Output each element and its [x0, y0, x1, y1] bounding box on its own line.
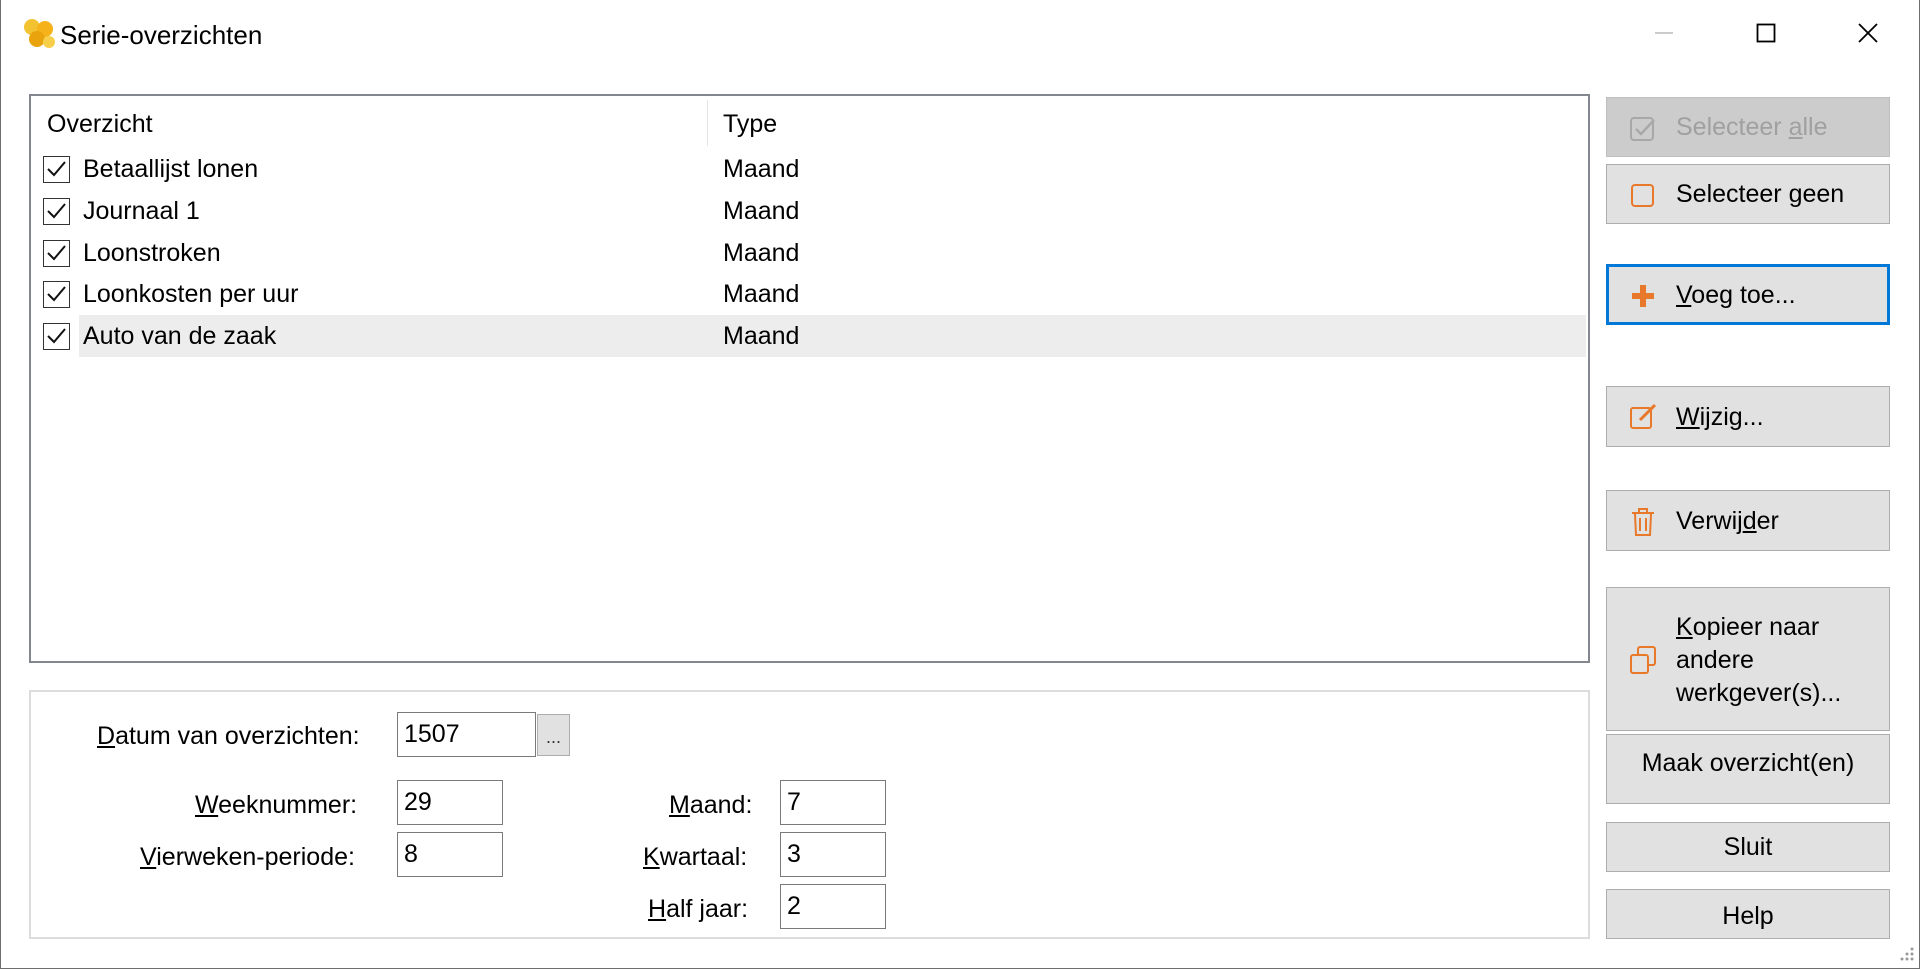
list-item[interactable]: Betaallijst lonen Maand — [31, 148, 1588, 190]
checkmark-icon — [47, 328, 66, 344]
help-button[interactable]: Help — [1606, 889, 1890, 939]
copy-to-employers-button[interactable]: Kopieer naar andere werkgever(s)... — [1606, 587, 1890, 731]
plus-icon — [1632, 285, 1654, 307]
kwartaal-input[interactable]: 3 — [780, 832, 886, 877]
minimize-icon — [1655, 32, 1673, 34]
close-button[interactable] — [1817, 0, 1919, 66]
item-checkbox[interactable] — [43, 198, 70, 225]
checkbox-checked-icon — [1630, 117, 1655, 141]
checkmark-icon — [47, 203, 66, 219]
date-settings-panel: Datum van overzichten: 1507 ... Weeknumm… — [29, 690, 1590, 939]
date-picker-button[interactable]: ... — [537, 714, 570, 756]
help-label: Help — [1722, 902, 1774, 930]
select-all-label: Selecteer alle — [1676, 113, 1828, 141]
maand-input[interactable]: 7 — [780, 780, 886, 825]
halfjaar-label: Half jaar: — [648, 895, 749, 923]
copy-icon — [1630, 646, 1656, 674]
item-checkbox[interactable] — [43, 240, 70, 267]
close-dialog-button[interactable]: Sluit — [1606, 822, 1890, 872]
delete-label: Verwijder — [1676, 507, 1779, 535]
delete-button[interactable]: Verwijder — [1606, 490, 1890, 551]
item-type: Maand — [723, 280, 800, 308]
list-item[interactable]: Journaal 1 Maand — [31, 190, 1588, 232]
close-label: Sluit — [1723, 833, 1773, 861]
checkmark-icon — [47, 286, 66, 302]
vierweken-label: Vierweken-periode: — [140, 843, 355, 871]
add-button[interactable]: Voeg toe... — [1606, 264, 1890, 325]
item-name: Loonstroken — [83, 239, 221, 267]
select-none-button[interactable]: Selecteer geen — [1606, 164, 1890, 224]
item-type: Maand — [723, 322, 800, 350]
item-name: Journaal 1 — [83, 197, 200, 225]
title-bar: Serie-overzichten — [1, 0, 1919, 66]
checkmark-icon — [47, 245, 66, 261]
select-none-label: Selecteer geen — [1676, 180, 1845, 208]
select-all-button[interactable]: Selecteer alle — [1606, 97, 1890, 157]
copy-label-line3: werkgever(s)... — [1676, 679, 1842, 707]
edit-pencil-icon — [1630, 403, 1657, 429]
item-checkbox[interactable] — [43, 156, 70, 183]
copy-label: Kopieer naar andere werkgever(s)... — [1676, 611, 1841, 710]
item-checkbox[interactable] — [43, 281, 70, 308]
selection-highlight — [79, 315, 1586, 357]
list-header: Overzicht Type — [31, 96, 1588, 146]
add-label: Voeg toe... — [1676, 281, 1796, 309]
maximize-icon — [1756, 23, 1776, 43]
vierweken-input[interactable]: 8 — [397, 832, 503, 877]
minimize-button[interactable] — [1613, 0, 1715, 66]
weeknummer-label: Weeknummer: — [195, 791, 358, 819]
item-checkbox[interactable] — [43, 323, 70, 350]
kwartaal-label: Kwartaal: — [643, 843, 748, 871]
make-overview-label: Maak overzicht(en) — [1641, 749, 1855, 777]
app-logo-icon — [24, 19, 55, 48]
item-name: Betaallijst lonen — [83, 155, 259, 183]
overview-list[interactable]: Overzicht Type Betaallijst lonen Maand J… — [29, 94, 1590, 663]
item-name: Auto van de zaak — [83, 322, 277, 350]
column-header-type[interactable]: Type — [723, 96, 777, 146]
item-type: Maand — [723, 155, 800, 183]
close-icon — [1858, 23, 1878, 43]
trash-icon — [1632, 508, 1654, 536]
column-header-overzicht[interactable]: Overzicht — [47, 96, 153, 146]
weeknummer-input[interactable]: 29 — [397, 780, 503, 825]
halfjaar-input[interactable]: 2 — [780, 884, 886, 929]
make-overview-button[interactable]: Maak overzicht(en) — [1606, 734, 1890, 804]
copy-label-line2: andere — [1676, 646, 1754, 674]
datum-label: Datum van overzichten: — [97, 722, 360, 750]
edit-button[interactable]: Wijzig... — [1606, 386, 1890, 447]
item-name: Loonkosten per uur — [83, 280, 299, 308]
resize-grip-icon[interactable] — [1895, 944, 1915, 964]
maand-label: Maand: — [669, 791, 753, 819]
item-type: Maand — [723, 239, 800, 267]
list-item-selected[interactable]: Auto van de zaak Maand — [31, 315, 1588, 357]
dialog-window: Serie-overzichten Overzicht Type Betaall… — [0, 0, 1920, 969]
copy-label-line1: Kopieer naar — [1676, 613, 1820, 641]
checkbox-empty-icon — [1631, 184, 1654, 207]
list-item[interactable]: Loonkosten per uur Maand — [31, 273, 1588, 315]
window-title: Serie-overzichten — [60, 20, 263, 50]
datum-input[interactable]: 1507 — [397, 712, 536, 757]
list-item[interactable]: Loonstroken Maand — [31, 232, 1588, 274]
item-type: Maand — [723, 197, 800, 225]
maximize-button[interactable] — [1715, 0, 1817, 66]
column-divider[interactable] — [707, 100, 708, 146]
edit-label: Wijzig... — [1676, 403, 1764, 431]
checkmark-icon — [47, 161, 66, 177]
